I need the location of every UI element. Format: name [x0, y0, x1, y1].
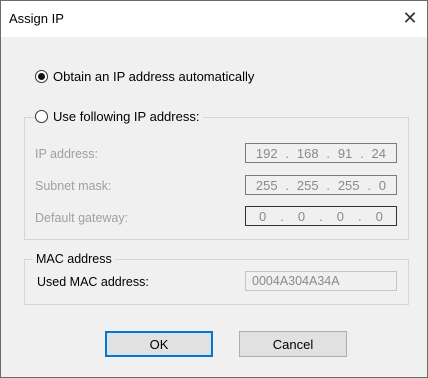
radio-icon[interactable]	[35, 110, 48, 123]
ip-dot: .	[326, 145, 330, 161]
ip-octet: 0	[259, 208, 267, 224]
assign-ip-dialog: Assign IP ✕ Obtain an IP address automat…	[0, 0, 428, 378]
close-icon[interactable]: ✕	[397, 5, 423, 31]
ok-button[interactable]: OK	[105, 331, 213, 357]
subnet-mask-field[interactable]: 255 . 255 . 255 . 0	[245, 175, 397, 195]
window-title: Assign IP	[9, 11, 64, 26]
radio-auto-option[interactable]: Obtain an IP address automatically	[35, 69, 254, 84]
ip-octet: 255	[255, 177, 278, 193]
ip-octet: 91	[337, 145, 353, 161]
ip-octet: 192	[255, 145, 278, 161]
ip-dot: .	[358, 208, 362, 224]
radio-icon[interactable]	[35, 70, 48, 83]
default-gateway-field[interactable]: 0 . 0 . 0 . 0	[245, 206, 397, 226]
ip-address-field[interactable]: 192 . 168 . 91 . 24	[245, 143, 397, 163]
title-bar: Assign IP ✕	[1, 1, 427, 37]
ip-octet: 0	[336, 208, 345, 224]
subnet-mask-label: Subnet mask:	[35, 179, 112, 193]
ip-octet: 0	[297, 208, 306, 224]
used-mac-label: Used MAC address:	[37, 275, 149, 289]
ip-octet: 0	[375, 208, 383, 224]
mac-group-label: MAC address	[33, 252, 115, 266]
ip-dot: .	[319, 208, 323, 224]
ip-octet: 0	[378, 177, 386, 193]
ip-dot: .	[285, 177, 290, 193]
ip-dot: .	[280, 208, 284, 224]
ip-octet: 255	[337, 177, 360, 193]
ip-dot: .	[285, 145, 290, 161]
default-gateway-label: Default gateway:	[35, 211, 129, 225]
radio-auto-label: Obtain an IP address automatically	[53, 69, 255, 84]
ip-octet: 255	[296, 177, 319, 193]
radio-manual-label: Use following IP address:	[53, 109, 200, 124]
ip-dot: .	[367, 177, 371, 193]
radio-manual-option[interactable]: Use following IP address:	[35, 109, 204, 124]
ip-dot: .	[360, 145, 364, 161]
mac-address-field[interactable]: 0004A304A34A	[245, 271, 397, 291]
ip-octet: 168	[296, 145, 319, 161]
ip-dot: .	[326, 177, 330, 193]
ip-octet: 24	[371, 145, 386, 161]
cancel-button[interactable]: Cancel	[239, 331, 347, 357]
ip-address-label: IP address:	[35, 147, 99, 161]
